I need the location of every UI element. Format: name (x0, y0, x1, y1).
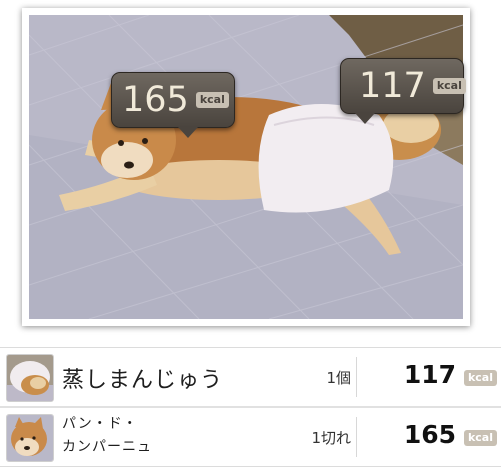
food-name-line: パン・ド・ (62, 416, 138, 432)
food-kcal-value: 117 (403, 360, 456, 389)
kcal-speech-bubble[interactable]: 165 kcal (111, 72, 235, 138)
food-name: パン・ド・ カンパーニュ (62, 413, 152, 459)
food-row[interactable]: 蒸しまんじゅう 1個 117 kcal (0, 348, 501, 406)
kcal-speech-bubble[interactable]: 117 kcal (340, 58, 466, 124)
kcal-unit-badge: kcal (463, 430, 497, 446)
column-divider (356, 417, 357, 457)
food-row[interactable]: パン・ド・ カンパーニュ 1切れ 165 kcal (0, 406, 501, 466)
food-thumbnail (6, 354, 54, 402)
food-name-line: カンパーニュ (62, 439, 152, 455)
food-quantity: 1個 (326, 369, 351, 387)
kcal-bubble-value: 165 (122, 79, 189, 120)
kcal-bubble-unit: kcal (195, 92, 229, 108)
food-kcal-value: 165 (403, 420, 456, 449)
food-list: 蒸しまんじゅう 1個 117 kcal パン・ド・ カンパーニュ 1切れ 165 (0, 347, 501, 467)
food-thumbnail (6, 414, 54, 462)
column-divider (356, 357, 357, 397)
food-name: 蒸しまんじゅう (62, 368, 224, 393)
kcal-unit-badge: kcal (463, 370, 497, 386)
dog-photo-frame (22, 8, 470, 326)
kcal-bubble-unit: kcal (432, 78, 466, 94)
kcal-bubble-value: 117 (359, 65, 426, 106)
food-quantity: 1切れ (311, 429, 351, 447)
